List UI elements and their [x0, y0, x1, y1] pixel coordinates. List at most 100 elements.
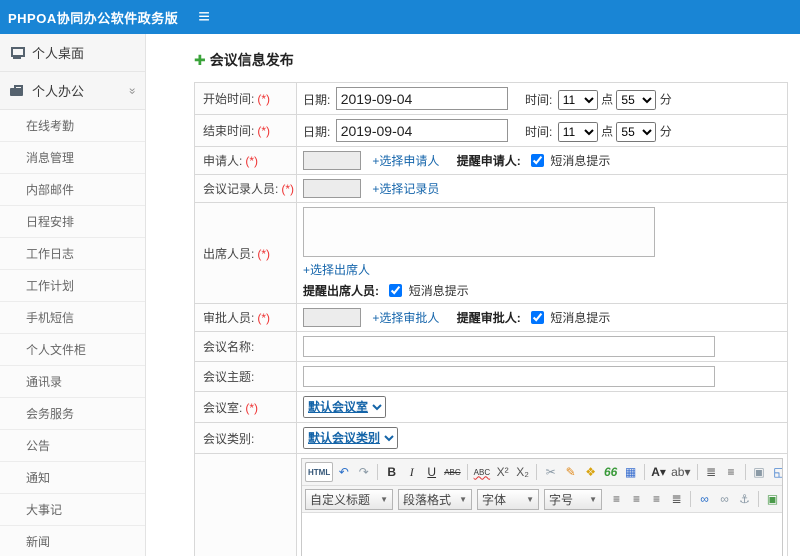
align-right-icon[interactable]: ≡	[647, 489, 666, 509]
required-marker: (*)	[245, 154, 259, 168]
end-hour-select[interactable]: 11	[557, 121, 598, 142]
meeting-subject-input[interactable]	[303, 366, 715, 387]
field-label: 会议室:	[203, 400, 243, 415]
sidebar-item[interactable]: 通知	[0, 462, 145, 494]
start-date-input[interactable]	[335, 87, 508, 110]
approver-sms-checkbox[interactable]	[531, 311, 545, 324]
sidebar-item[interactable]: 工作日志	[0, 238, 145, 270]
page-title: ✚ 会议信息发布	[194, 51, 294, 69]
paragraph-format-select[interactable]: 段落格式 ▼	[398, 488, 472, 510]
link-icon[interactable]: ∞	[695, 489, 714, 509]
recorder-input[interactable]	[303, 179, 361, 198]
heading-select[interactable]: 自定义标题 ▼	[305, 488, 393, 510]
meeting-room-select[interactable]: 默认会议室	[303, 396, 386, 418]
hour-unit: 点	[601, 124, 614, 139]
sidebar-item[interactable]: 个人文件柜	[0, 334, 145, 366]
applicant-sms-checkbox[interactable]	[531, 154, 545, 167]
required-marker: (*)	[245, 400, 259, 415]
toolbar-separator	[377, 464, 379, 480]
toolbar-separator	[690, 491, 691, 507]
html-source-button[interactable]: HTML	[305, 462, 334, 482]
fullscreen-icon[interactable]: ◱	[770, 462, 782, 482]
align-left-icon[interactable]: ≡	[607, 489, 626, 509]
ordered-list-icon[interactable]: ≣	[702, 462, 721, 482]
attendees-sms-checkbox[interactable]	[389, 284, 403, 297]
image-icon[interactable]: ▣	[763, 489, 782, 509]
redo-icon[interactable]: ↷	[354, 462, 373, 482]
pick-recorder-link[interactable]: +选择记录员	[372, 182, 439, 196]
row-recorder: 会议记录人员: (*) +选择记录员	[194, 174, 788, 203]
strikethrough-icon[interactable]: ABC	[442, 462, 462, 482]
remind-attendees-label: 提醒出席人员:	[303, 284, 379, 298]
sidebar-office-items: 在线考勤 消息管理 内部邮件 日程安排 工作日志 工作计划 手机短信 个人文件柜…	[0, 110, 145, 556]
align-justify-icon[interactable]: ≣	[667, 489, 686, 509]
end-date-input[interactable]	[335, 119, 508, 142]
sidebar-item[interactable]: 内部邮件	[0, 174, 145, 206]
underline-icon[interactable]: U	[422, 462, 441, 482]
emoticon-icon[interactable]: ▦	[621, 462, 640, 482]
field-label: 结束时间:	[203, 124, 255, 138]
required-marker: (*)	[281, 182, 295, 196]
meeting-category-select[interactable]: 默认会议类别	[303, 427, 398, 449]
pencil-icon[interactable]: ✎	[561, 462, 580, 482]
spellcheck-icon[interactable]: ABC	[472, 462, 492, 482]
anchor-icon[interactable]: ⚓	[735, 489, 754, 509]
highlight-color-icon[interactable]: ab▾	[669, 462, 692, 482]
meeting-name-input[interactable]	[303, 336, 715, 357]
main-content: ✚ 会议信息发布 开始时间:(*) 日期: 时间: 11 点 55 分	[146, 34, 800, 556]
align-center-icon[interactable]: ≡	[627, 489, 646, 509]
end-minute-select[interactable]: 55	[616, 121, 657, 142]
add-icon: ✚	[194, 51, 206, 68]
hour-unit: 点	[601, 92, 614, 107]
rich-text-editor: HTML ↶ ↷ B I U ABC ABC X² X₂ ✂ ✎ ❖ 66 ▦ …	[301, 458, 783, 556]
remind-applicant-label: 提醒申请人:	[456, 154, 521, 168]
bold-icon[interactable]: B	[382, 462, 401, 482]
attendees-textarea[interactable]	[303, 207, 655, 257]
field-label: 出席人员:	[203, 246, 255, 261]
menu-icon[interactable]: ≡	[198, 7, 210, 27]
sidebar-item[interactable]: 手机短信	[0, 302, 145, 334]
app-title: PHPOA协同办公软件政务版	[8, 10, 179, 26]
approver-input[interactable]	[303, 308, 361, 327]
subscript-icon[interactable]: X₂	[513, 462, 532, 482]
sidebar-item[interactable]: 会务服务	[0, 398, 145, 430]
sidebar-item[interactable]: 工作计划	[0, 270, 145, 302]
sidebar-item[interactable]: 新闻	[0, 526, 145, 556]
start-minute-select[interactable]: 55	[616, 89, 657, 110]
superscript-icon[interactable]: X²	[493, 462, 512, 482]
field-label: 会议名称:	[203, 340, 255, 354]
sidebar-item[interactable]: 消息管理	[0, 142, 145, 174]
sidebar-item[interactable]: 在线考勤	[0, 110, 145, 142]
undo-icon[interactable]: ↶	[334, 462, 353, 482]
row-end-time: 结束时间:(*) 日期: 时间: 11 点 55 分	[194, 114, 788, 147]
pick-approver-link[interactable]: +选择审批人	[372, 311, 439, 325]
time-label: 时间:	[525, 92, 553, 107]
italic-icon[interactable]: I	[402, 462, 421, 482]
sidebar-item-personal-office[interactable]: 个人办公 «	[0, 72, 145, 110]
format-brush-icon[interactable]: ❖	[581, 462, 600, 482]
field-label: 会议主题:	[203, 370, 255, 384]
font-color-icon[interactable]: A▾	[649, 462, 668, 482]
paste-icon[interactable]: ▣	[750, 462, 769, 482]
blockquote-icon[interactable]: 66	[601, 462, 620, 482]
pick-applicant-link[interactable]: +选择申请人	[372, 154, 439, 168]
minute-unit: 分	[659, 124, 672, 139]
unordered-list-icon[interactable]: ≡	[722, 462, 741, 482]
cut-icon[interactable]: ✂	[541, 462, 560, 482]
font-size-select[interactable]: 字号 ▼	[544, 488, 602, 510]
start-hour-select[interactable]: 11	[557, 89, 598, 110]
font-family-select[interactable]: 字体 ▼	[477, 488, 539, 510]
required-marker: (*)	[257, 311, 271, 325]
editor-toolbar-row1: HTML ↶ ↷ B I U ABC ABC X² X₂ ✂ ✎ ❖ 66 ▦ …	[302, 459, 782, 486]
sidebar-item[interactable]: 通讯录	[0, 366, 145, 398]
sidebar-item[interactable]: 日程安排	[0, 206, 145, 238]
pick-attendees-link[interactable]: +选择出席人	[303, 263, 370, 277]
sidebar-item-personal-desktop[interactable]: 个人桌面	[0, 34, 145, 72]
sidebar-item[interactable]: 大事记	[0, 494, 145, 526]
editor-toolbar-row2-icons: ≡ ≡ ≡ ≣ ∞ ∞ ⚓ ▣	[607, 489, 782, 509]
unlink-icon[interactable]: ∞	[715, 489, 734, 509]
applicant-input[interactable]	[303, 151, 361, 170]
editor-content-area[interactable]	[302, 513, 782, 556]
row-start-time: 开始时间:(*) 日期: 时间: 11 点 55 分	[194, 82, 788, 115]
sidebar-item[interactable]: 公告	[0, 430, 145, 462]
